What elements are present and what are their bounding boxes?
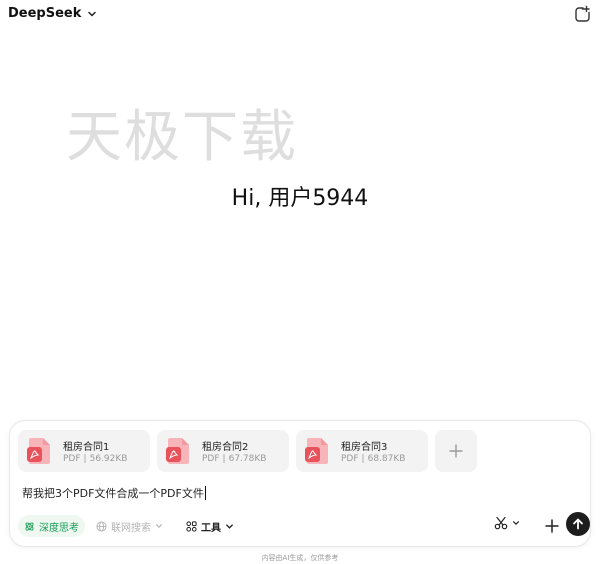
- attachment-size: 67.78KB: [228, 454, 267, 464]
- composer-toolbar: 深度思考 联网搜索 工具: [18, 512, 590, 537]
- message-composer: 租房合同1 PDF | 56.92KB 租房合同2 PDF | 67.78KB 租房合同…: [9, 420, 591, 547]
- attachment-meta: PDF | 68.87KB: [341, 454, 406, 464]
- top-bar: DeepSeek: [0, 0, 600, 30]
- web-search-toggle[interactable]: 联网搜索: [96, 515, 163, 537]
- scissors-icon: [494, 516, 508, 530]
- send-button[interactable]: [566, 512, 590, 536]
- chevron-down-icon: [156, 524, 162, 528]
- deep-think-label: 深度思考: [39, 522, 79, 534]
- chevron-down-icon: [226, 523, 233, 529]
- deep-think-toggle[interactable]: 深度思考: [18, 515, 85, 537]
- pdf-file-icon: [166, 438, 189, 464]
- plus-icon[interactable]: [542, 516, 562, 536]
- attachment-name: 租房合同1: [63, 442, 110, 453]
- attachment-type: PDF: [341, 454, 359, 464]
- attachment-name: 租房合同3: [341, 442, 388, 453]
- new-chat-icon[interactable]: [574, 5, 592, 23]
- web-search-label: 联网搜索: [111, 522, 151, 534]
- message-input[interactable]: 帮我把3个PDF文件合成一个PDF文件: [22, 485, 206, 501]
- text-caret: [204, 486, 206, 500]
- attachment-type: PDF: [202, 454, 220, 464]
- pdf-file-icon: [305, 438, 328, 464]
- attachment-type: PDF: [63, 454, 81, 464]
- add-attachment-button[interactable]: [435, 430, 477, 472]
- tools-label: 工具: [201, 522, 221, 534]
- attachment-card-2[interactable]: 租房合同2 PDF | 67.78KB: [157, 430, 289, 472]
- attachment-card-3[interactable]: 租房合同3 PDF | 68.87KB: [296, 430, 428, 472]
- send-icon: [573, 518, 583, 530]
- greeting-title: Hi, 用户5944: [231, 186, 369, 211]
- atom-icon: [25, 522, 34, 530]
- message-text: 帮我把3个PDF文件合成一个PDF文件: [22, 487, 204, 500]
- chevron-down-icon: [88, 11, 97, 16]
- attachment-size: 68.87KB: [367, 454, 406, 464]
- pdf-file-icon: [27, 438, 50, 464]
- tools-menu-button[interactable]: 工具: [186, 515, 234, 537]
- attachment-card-1[interactable]: 租房合同1 PDF | 56.92KB: [18, 430, 150, 472]
- plus-icon: [449, 444, 463, 458]
- attachment-meta: PDF | 67.78KB: [202, 454, 267, 464]
- attachment-list: 租房合同1 PDF | 56.92KB 租房合同2 PDF | 67.78KB 租房合同…: [18, 430, 477, 472]
- ai-disclaimer: 内容由AI生成，仅供参考: [261, 554, 339, 562]
- watermark-text: 天极下载: [66, 105, 298, 170]
- tools-icon: [186, 520, 197, 532]
- globe-icon: [96, 520, 107, 532]
- scissors-menu-button[interactable]: [494, 516, 520, 530]
- attachment-name: 租房合同2: [202, 442, 249, 453]
- model-name: DeepSeek: [8, 6, 82, 21]
- chevron-down-icon: [513, 521, 519, 526]
- attachment-size: 56.92KB: [89, 454, 128, 464]
- attachment-meta: PDF | 56.92KB: [63, 454, 128, 464]
- model-selector[interactable]: DeepSeek: [8, 6, 97, 21]
